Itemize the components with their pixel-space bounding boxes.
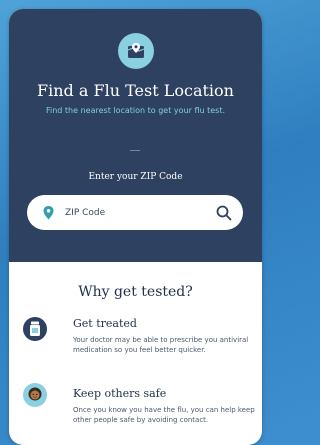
map-location-icon	[118, 33, 154, 69]
zip-code-input[interactable]	[65, 205, 205, 220]
get-treated-title: Get treated	[73, 317, 137, 330]
medicine-bottle-icon	[23, 317, 47, 341]
get-treated-description: Your doctor may be able to prescribe you…	[73, 336, 249, 354]
flu-test-card: Find a Flu Test Location Find the neares…	[9, 9, 262, 445]
page-title: Find a Flu Test Location	[37, 81, 234, 100]
zip-search-bar	[27, 195, 243, 230]
zip-code-label: Enter your ZIP Code	[88, 172, 183, 182]
location-pin-icon	[43, 205, 54, 224]
person-avatar-icon	[23, 383, 47, 407]
keep-others-safe-description: Once you know you have the flu, you can …	[73, 406, 255, 424]
search-icon[interactable]	[215, 204, 233, 222]
why-get-tested-heading: Why get tested?	[78, 284, 193, 300]
keep-others-safe-title: Keep others safe	[73, 387, 167, 400]
divider	[130, 150, 140, 151]
hero-section: Find a Flu Test Location Find the neares…	[9, 9, 262, 262]
page-subtitle: Find the nearest location to get your fl…	[45, 106, 225, 115]
